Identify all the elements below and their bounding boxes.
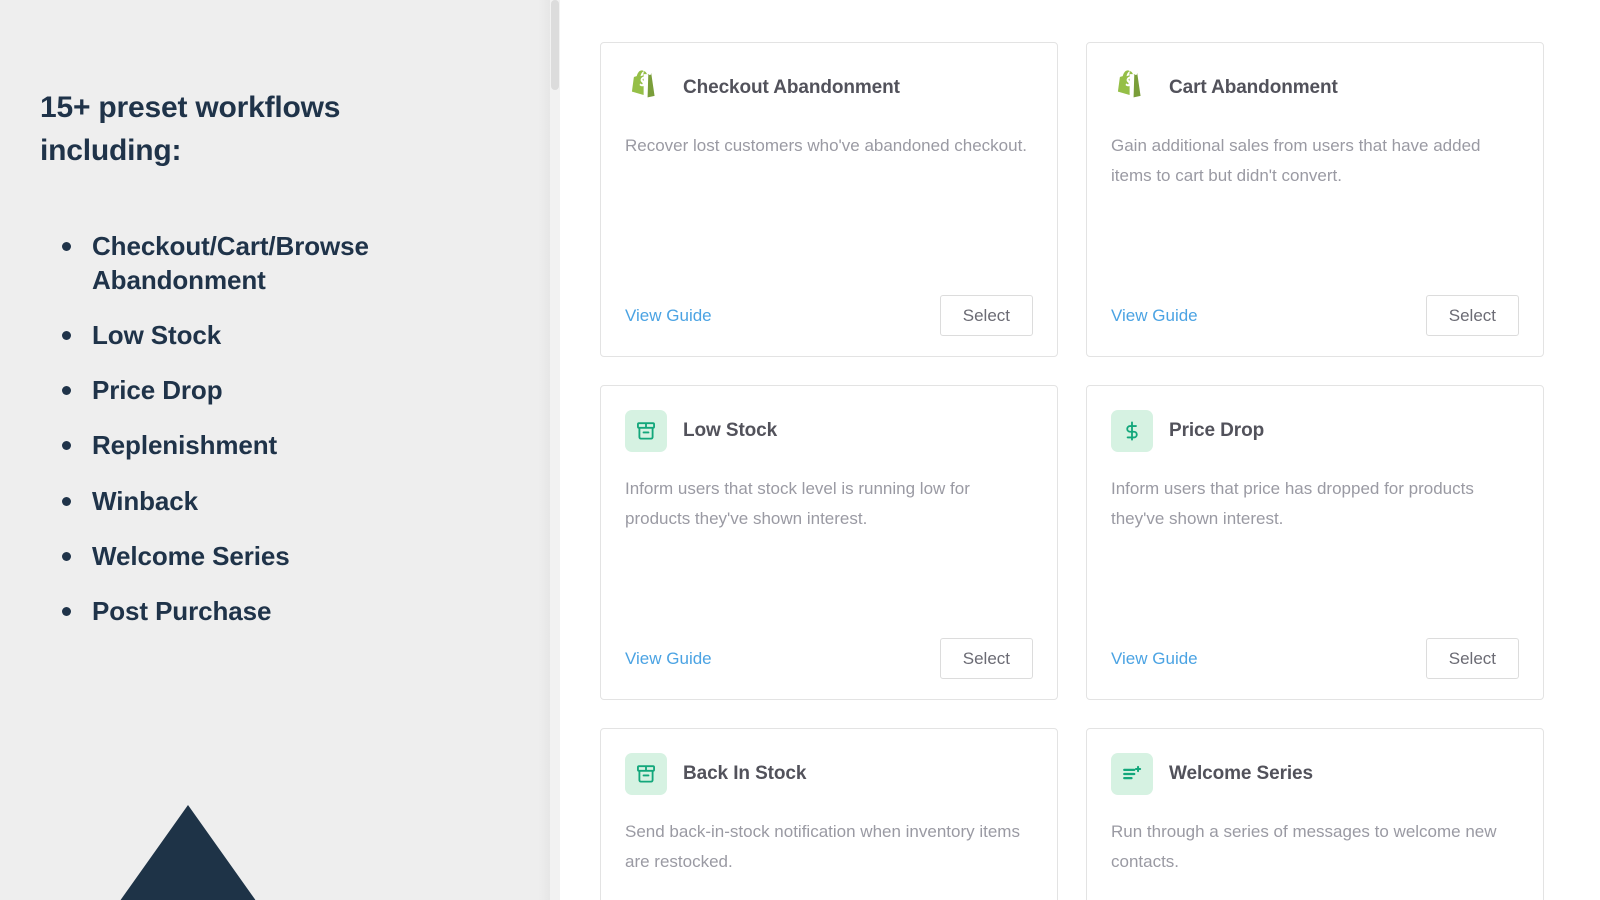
workflow-card[interactable]: Back In Stock Send back-in-stock notifica… <box>600 728 1058 900</box>
preset-workflow-label: Welcome Series <box>92 541 290 571</box>
card-description: Recover lost customers who've abandoned … <box>625 131 1030 161</box>
scrollbar-thumb[interactable] <box>551 0 559 90</box>
preset-workflow-item: Post Purchase <box>40 595 520 628</box>
bullet-icon <box>62 331 71 340</box>
preset-workflow-label: Price Drop <box>92 375 223 405</box>
view-guide-link[interactable]: View Guide <box>1111 649 1198 669</box>
bullet-icon <box>62 441 71 450</box>
card-description: Run through a series of messages to welc… <box>1111 817 1516 878</box>
workflow-card[interactable]: Checkout Abandonment Recover lost custome… <box>600 42 1058 357</box>
card-footer: View Guide Select <box>1111 295 1519 336</box>
card-footer: View Guide Select <box>625 638 1033 679</box>
card-header: Price Drop <box>1111 410 1519 452</box>
page-title: 15+ preset workflows including: <box>40 86 440 172</box>
preset-workflow-item: Low Stock <box>40 319 520 352</box>
card-footer: View Guide Select <box>1111 638 1519 679</box>
card-title: Back In Stock <box>683 763 806 785</box>
triangle-decoration <box>78 805 298 900</box>
preset-workflow-label: Replenishment <box>92 430 277 460</box>
card-title: Cart Abandonment <box>1169 77 1338 99</box>
preset-workflow-label: Post Purchase <box>92 596 271 626</box>
bullet-icon <box>62 242 71 251</box>
card-description: Inform users that price has dropped for … <box>1111 474 1516 535</box>
card-footer: View Guide Select <box>625 295 1033 336</box>
shopify-bag-icon <box>625 67 667 109</box>
preset-workflow-list: Checkout/Cart/Browse Abandonment Low Stoc… <box>40 230 520 628</box>
workflow-card[interactable]: Low Stock Inform users that stock level i… <box>600 385 1058 700</box>
select-button[interactable]: Select <box>1426 295 1519 336</box>
card-description: Inform users that stock level is running… <box>625 474 1030 535</box>
preset-workflow-label: Low Stock <box>92 320 221 350</box>
shopify-bag-icon <box>1111 67 1153 109</box>
card-title: Welcome Series <box>1169 763 1313 785</box>
card-title: Checkout Abandonment <box>683 77 900 99</box>
bullet-icon <box>62 497 71 506</box>
box-icon <box>625 753 667 795</box>
preset-workflow-item: Welcome Series <box>40 540 520 573</box>
card-description: Send back-in-stock notification when inv… <box>625 817 1030 878</box>
promo-sidebar: 15+ preset workflows including: Checkout… <box>0 0 560 900</box>
view-guide-link[interactable]: View Guide <box>625 306 712 326</box>
preset-workflow-item: Replenishment <box>40 429 520 462</box>
workflow-card[interactable]: Welcome Series Run through a series of me… <box>1086 728 1544 900</box>
workflow-card-panel: Checkout Abandonment Recover lost custome… <box>560 0 1600 900</box>
card-header: Welcome Series <box>1111 753 1519 795</box>
card-header: Back In Stock <box>625 753 1033 795</box>
card-header: Low Stock <box>625 410 1033 452</box>
view-guide-link[interactable]: View Guide <box>625 649 712 669</box>
bullet-icon <box>62 386 71 395</box>
select-button[interactable]: Select <box>940 295 1033 336</box>
bullet-icon <box>62 607 71 616</box>
preset-workflow-item: Price Drop <box>40 374 520 407</box>
select-button[interactable]: Select <box>940 638 1033 679</box>
preset-workflow-label: Checkout/Cart/Browse Abandonment <box>92 231 369 294</box>
preset-workflow-label: Winback <box>92 486 198 516</box>
dollar-sign-icon <box>1111 410 1153 452</box>
select-button[interactable]: Select <box>1426 638 1519 679</box>
card-header: Cart Abandonment <box>1111 67 1519 109</box>
bullet-icon <box>62 552 71 561</box>
workflow-card[interactable]: Price Drop Inform users that price has dr… <box>1086 385 1544 700</box>
preset-workflow-item: Winback <box>40 485 520 518</box>
view-guide-link[interactable]: View Guide <box>1111 306 1198 326</box>
workflow-card[interactable]: Cart Abandonment Gain additional sales fr… <box>1086 42 1544 357</box>
scrollbar-track[interactable] <box>550 0 560 900</box>
list-plus-icon <box>1111 753 1153 795</box>
preset-workflow-item: Checkout/Cart/Browse Abandonment <box>40 230 520 297</box>
box-icon <box>625 410 667 452</box>
workflow-card-grid: Checkout Abandonment Recover lost custome… <box>600 42 1544 900</box>
card-title: Price Drop <box>1169 420 1264 442</box>
workflow-presets-screen: 15+ preset workflows including: Checkout… <box>0 0 1600 900</box>
card-header: Checkout Abandonment <box>625 67 1033 109</box>
card-title: Low Stock <box>683 420 777 442</box>
card-description: Gain additional sales from users that ha… <box>1111 131 1516 192</box>
